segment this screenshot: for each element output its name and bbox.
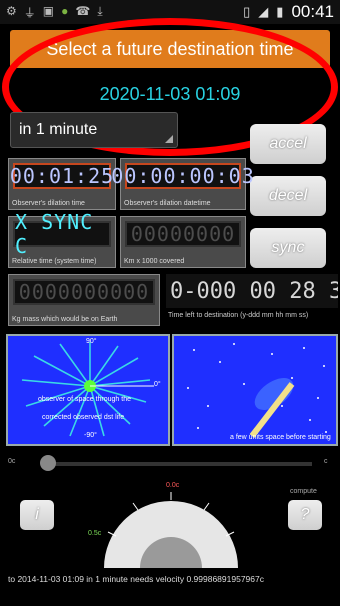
status-time: 00:41	[291, 2, 334, 21]
status-right-icons: ▯ ◢ ▮ 00:41	[243, 2, 340, 22]
relative-time-display: X SYNC C	[13, 210, 111, 258]
aberration-visualization: 90° 0° observer of space through the cor…	[6, 334, 170, 446]
observer-dilation-date-panel: 00:00:00:03 Observer's dilation datetime	[111, 158, 255, 210]
space-view-diagram	[187, 343, 327, 438]
gauge-top-label: 0.0c	[166, 482, 180, 489]
gauge-mid-label: 0.5c	[88, 530, 102, 537]
vibrate-icon: ▯	[243, 4, 251, 19]
km-covered-display: 00000000	[125, 221, 241, 247]
status-left-icons: ⚙ ⏚ ▣ ● ☎ ⤓	[0, 4, 103, 21]
accel-button[interactable]: accel	[250, 124, 326, 164]
help-button[interactable]: ?	[288, 500, 322, 530]
observer-dilation-time-panel: 00:01:25 Observer's dilation time	[8, 158, 116, 210]
observer-dilation-date-display: 00:00:00:03	[111, 163, 255, 189]
android-icon: ●	[61, 3, 69, 18]
battery-icon: ▮	[276, 4, 284, 19]
angle-bottom-label: -90°	[84, 432, 97, 439]
left-caption-2: corrected observed dst life	[42, 414, 125, 421]
phone-icon: ☎	[75, 3, 91, 18]
sync-button[interactable]: sync	[250, 228, 326, 268]
velocity-gauge	[104, 492, 238, 568]
kg-mass-display: 0000000000	[13, 279, 155, 305]
km-covered-panel: 00000000 Km x 1000 covered	[120, 216, 246, 268]
info-button[interactable]: i	[20, 500, 54, 530]
time-left-display: 0-000 00 28 33	[166, 274, 338, 308]
starburst-diagram	[21, 342, 154, 437]
time-left-caption: Time left to destination (y-ddd mm hh mm…	[168, 312, 309, 319]
signal-icon: ◢	[258, 4, 269, 19]
velocity-result-text: to 2014-11-03 01:09 in 1 minute needs ve…	[8, 574, 264, 584]
observer-dilation-date-caption: Observer's dilation datetime	[124, 200, 211, 207]
kg-mass-panel: 0000000000 Kg mass which would be on Ear…	[8, 274, 160, 326]
duration-select[interactable]: in 1 minute	[10, 112, 178, 148]
stars-field	[187, 343, 327, 433]
settings-icon: ⚙	[6, 3, 17, 18]
duration-select-value: in 1 minute	[19, 121, 98, 138]
angle-right-label: 0°	[154, 381, 161, 388]
image-icon: ▣	[42, 3, 55, 18]
velocity-slider-track[interactable]	[48, 462, 312, 466]
kg-mass-caption: Kg mass which would be on Earth	[12, 316, 118, 323]
usb-icon: ⏚	[23, 5, 36, 20]
angle-top-label: 90°	[86, 338, 97, 345]
km-covered-caption: Km x 1000 covered	[124, 258, 185, 265]
slider-min-label: 0c	[8, 458, 16, 465]
observer-dilation-time-display: 00:01:25	[9, 163, 115, 189]
dropdown-caret-icon	[165, 135, 173, 143]
compute-label: compute	[290, 488, 317, 495]
relative-time-caption: Relative time (system time)	[12, 258, 97, 265]
slider-max-label: c	[324, 458, 328, 465]
observer-dilation-time-caption: Observer's dilation time	[12, 200, 85, 207]
left-caption-1: observer of space through the	[38, 396, 132, 403]
km-covered-value: 00000000	[130, 222, 236, 246]
kg-mass-value: 0000000000	[18, 280, 150, 304]
decel-button[interactable]: decel	[250, 176, 326, 216]
right-caption: a few units space before starting	[230, 434, 331, 441]
relative-time-panel: X SYNC C Relative time (system time)	[8, 210, 116, 268]
space-view-visualization: a few units space before starting	[172, 334, 338, 446]
velocity-slider-thumb[interactable]	[40, 455, 56, 471]
download-icon: ⤓	[97, 3, 103, 18]
